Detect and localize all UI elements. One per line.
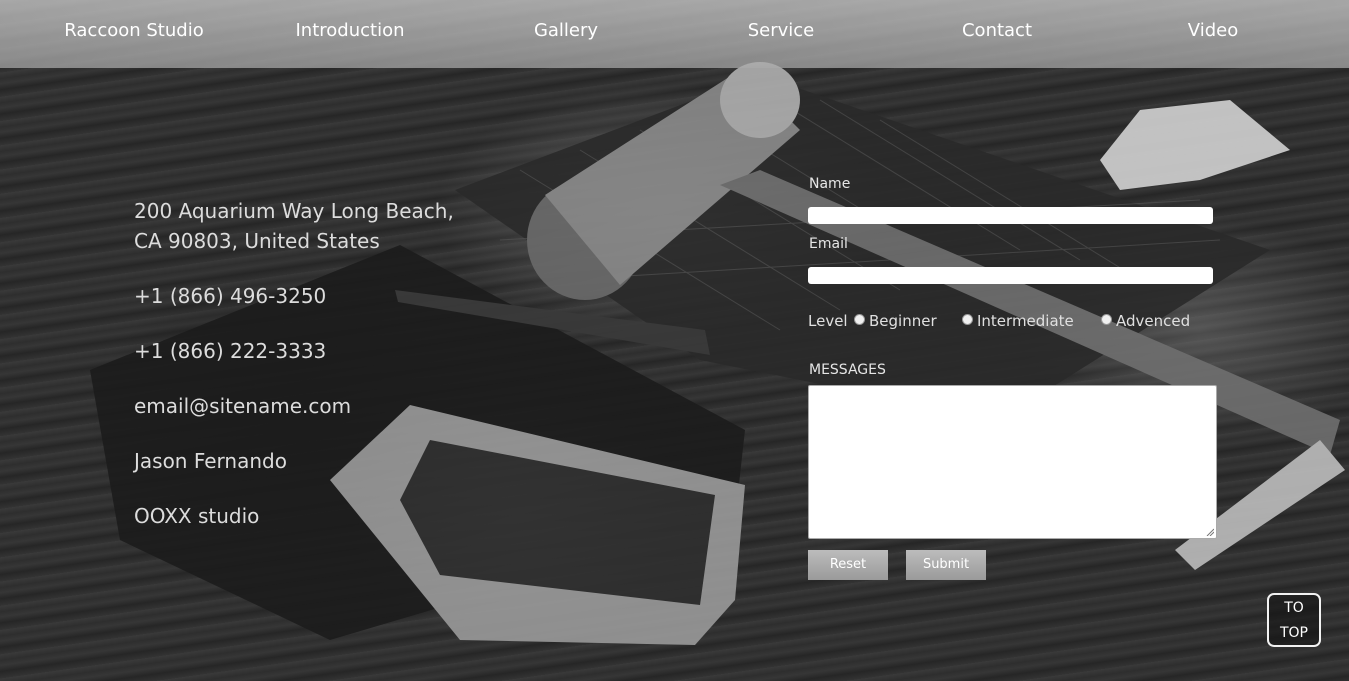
- to-top-line-1: TO: [1284, 600, 1304, 616]
- top-navigation-bar: Raccoon Studio Introduction Gallery Serv…: [0, 0, 1349, 68]
- level-option-intermediate[interactable]: Intermediate: [962, 312, 1074, 330]
- nav-item-introduction[interactable]: Introduction: [242, 20, 458, 41]
- messages-textarea[interactable]: [808, 385, 1217, 539]
- nav-item-video[interactable]: Video: [1105, 20, 1321, 41]
- name-label: Name: [809, 176, 851, 192]
- nav-item-contact[interactable]: Contact: [889, 20, 1105, 41]
- radio-button[interactable]: [1101, 314, 1112, 325]
- radio-button[interactable]: [962, 314, 973, 325]
- company-name: OOXX studio: [134, 504, 260, 528]
- address-line-1: 200 Aquarium Way Long Beach,: [134, 199, 454, 223]
- nav-item-service[interactable]: Service: [673, 20, 889, 41]
- level-label: Level: [808, 312, 848, 330]
- resize-grip-icon[interactable]: [1206, 528, 1214, 536]
- submit-button[interactable]: Submit: [906, 550, 986, 580]
- nav-item-raccoon-studio[interactable]: Raccoon Studio: [26, 20, 242, 41]
- level-option-advenced[interactable]: Advenced: [1101, 312, 1190, 330]
- level-option-label: Advenced: [1116, 312, 1191, 330]
- nav-item-gallery[interactable]: Gallery: [458, 20, 674, 41]
- radio-button[interactable]: [854, 314, 865, 325]
- phone-number-1: +1 (866) 496-3250: [134, 284, 327, 308]
- level-option-label: Intermediate: [977, 312, 1074, 330]
- to-top-line-2: TOP: [1279, 625, 1308, 641]
- contact-person-name: Jason Fernando: [134, 449, 287, 473]
- level-option-label: Beginner: [869, 312, 937, 330]
- email-input[interactable]: [808, 267, 1213, 284]
- email-label: Email: [809, 236, 848, 252]
- address-line-2: CA 90803, United States: [134, 229, 380, 253]
- messages-label: MESSAGES: [809, 362, 886, 378]
- phone-number-2: +1 (866) 222-3333: [134, 339, 327, 363]
- name-input[interactable]: [808, 207, 1213, 224]
- level-option-beginner[interactable]: Beginner: [854, 312, 937, 330]
- reset-button[interactable]: Reset: [808, 550, 888, 580]
- to-top-button[interactable]: TO TOP: [1267, 593, 1321, 647]
- email-address: email@sitename.com: [134, 394, 352, 418]
